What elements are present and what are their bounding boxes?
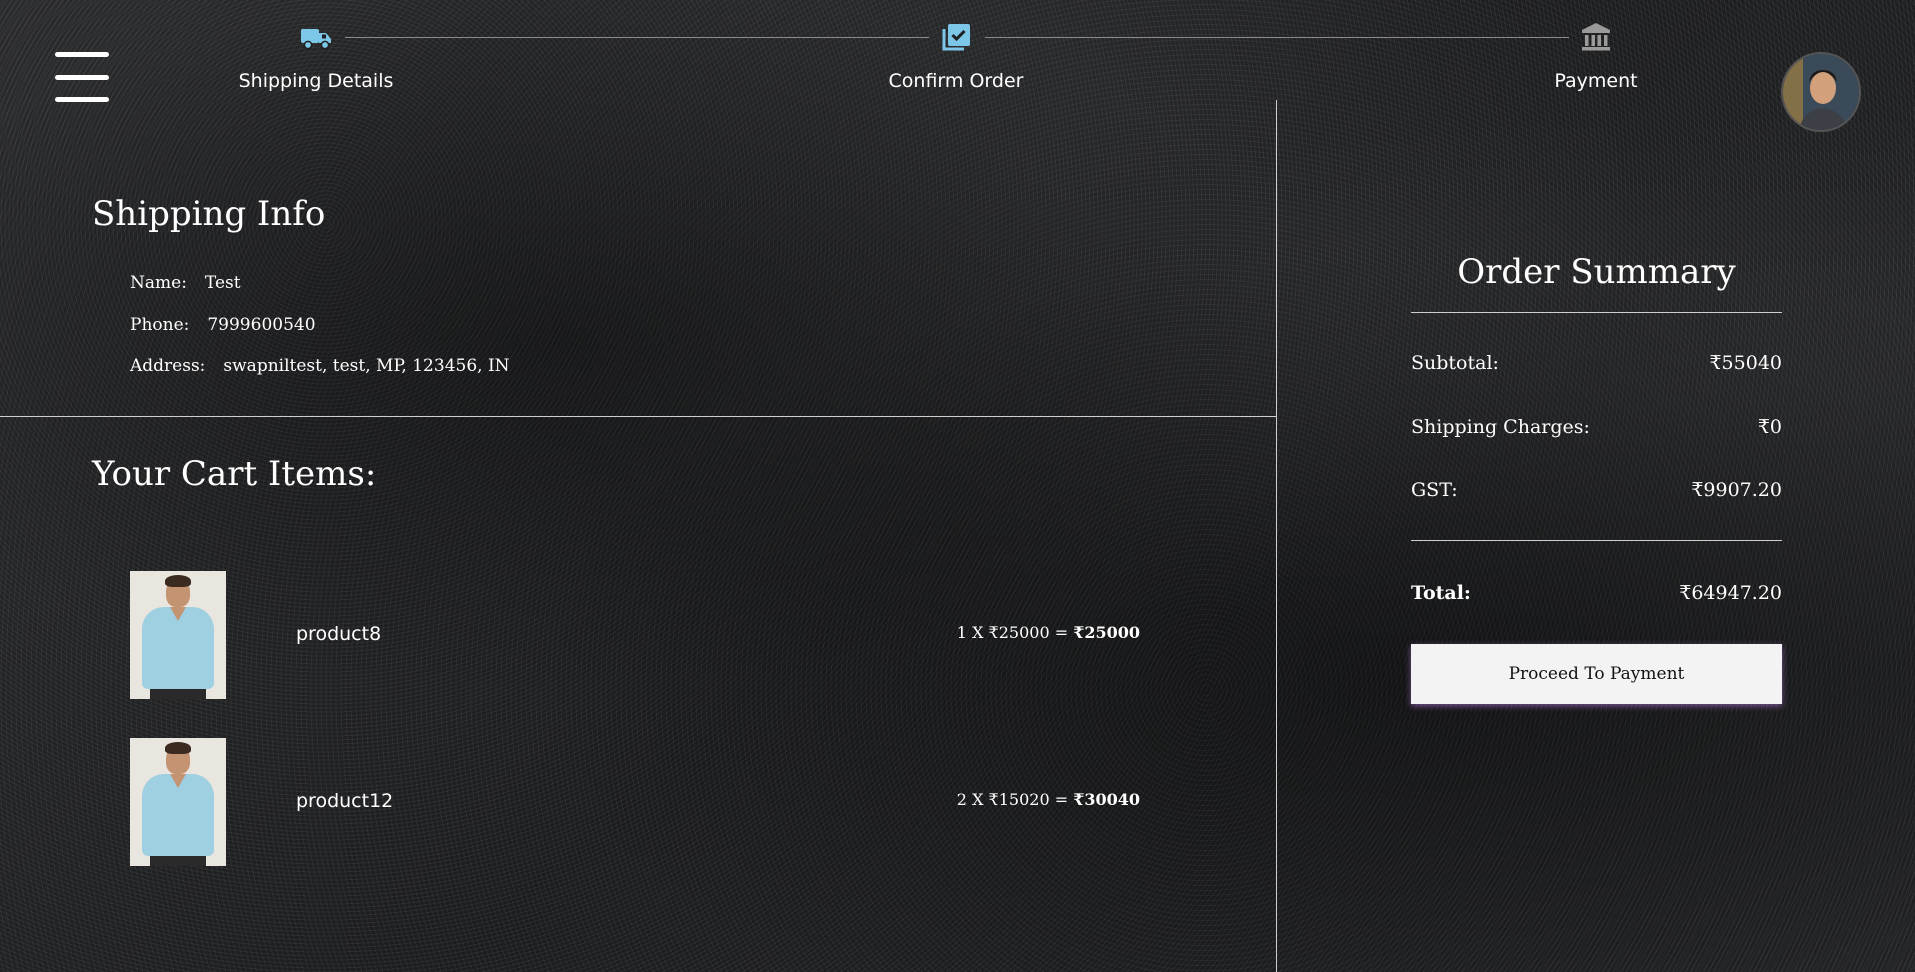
product-image [130, 571, 226, 699]
shipping-phone-row: Phone: 7999600540 [130, 315, 316, 335]
step-connector [345, 37, 929, 38]
summary-divider [1411, 540, 1782, 541]
step-connector [985, 37, 1569, 38]
product-price: 2 X ₹15020 = ₹30040 [957, 790, 1140, 809]
product-link[interactable]: product8 [296, 623, 381, 645]
qty-price-text: 1 X ₹25000 = [956, 623, 1069, 642]
step-label: Payment [1554, 70, 1638, 92]
phone-value: 7999600540 [207, 315, 316, 335]
total-label: Total: [1411, 582, 1471, 604]
shipping-charges-row: Shipping Charges: ₹0 [1411, 416, 1782, 438]
subtotal-label: Subtotal: [1411, 352, 1499, 374]
shipping-name-row: Name: Test [130, 273, 241, 293]
user-photo [1783, 54, 1859, 130]
step-confirm-order: Confirm Order [856, 20, 1056, 92]
product-image [130, 738, 226, 866]
gst-value: ₹9907.20 [1691, 479, 1782, 501]
address-value: swapniltest, test, MP, 123456, IN [223, 356, 510, 376]
total-value: ₹64947.20 [1679, 582, 1782, 604]
bank-icon [1582, 23, 1610, 51]
gst-label: GST: [1411, 479, 1458, 501]
checklist-icon [942, 24, 970, 51]
qty-price-text: 2 X ₹15020 = [956, 790, 1069, 809]
summary-divider [1411, 312, 1782, 313]
order-summary-title: Order Summary [1457, 252, 1736, 292]
line-total: ₹25000 [1073, 623, 1140, 642]
checkout-stepper: Shipping Details Confirm Order Payment [0, 0, 1915, 110]
step-payment: Payment [1496, 20, 1696, 92]
name-label: Name: [130, 273, 187, 293]
cart-item: product8 1 X ₹25000 = ₹25000 [130, 571, 1140, 699]
shipping-address-row: Address: swapniltest, test, MP, 123456, I… [130, 356, 510, 376]
phone-label: Phone: [130, 315, 190, 335]
product-price: 1 X ₹25000 = ₹25000 [957, 623, 1140, 642]
line-total: ₹30040 [1073, 790, 1140, 809]
name-value: Test [204, 273, 241, 293]
step-label: Confirm Order [888, 70, 1024, 92]
vertical-divider [1276, 100, 1277, 972]
total-row: Total: ₹64947.20 [1411, 582, 1782, 604]
shipping-charges-label: Shipping Charges: [1411, 416, 1590, 438]
step-shipping-details: Shipping Details [216, 20, 416, 92]
avatar[interactable] [1781, 52, 1861, 132]
cart-items-title: Your Cart Items: [92, 454, 377, 494]
gst-row: GST: ₹9907.20 [1411, 479, 1782, 501]
truck-icon [301, 29, 331, 50]
cart-item: product12 2 X ₹15020 = ₹30040 [130, 738, 1140, 866]
shipping-info-title: Shipping Info [92, 194, 326, 234]
step-label: Shipping Details [238, 70, 394, 92]
address-label: Address: [130, 356, 206, 376]
product-link[interactable]: product12 [296, 790, 393, 812]
subtotal-value: ₹55040 [1709, 352, 1782, 374]
proceed-to-payment-button[interactable]: Proceed To Payment [1411, 644, 1782, 704]
shipping-charges-value: ₹0 [1757, 416, 1782, 438]
subtotal-row: Subtotal: ₹55040 [1411, 352, 1782, 374]
horizontal-divider [0, 416, 1276, 417]
